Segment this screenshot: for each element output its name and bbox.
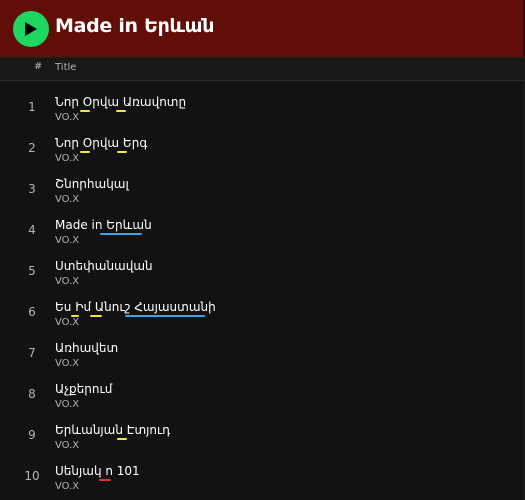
- track-artist[interactable]: VO.X: [55, 194, 79, 205]
- track-row[interactable]: 7 Առհավետ VO.X: [0, 336, 525, 377]
- track-artist[interactable]: VO.X: [55, 276, 79, 287]
- spellcheck-underline: [116, 110, 126, 112]
- track-title[interactable]: Շնորհակալ: [55, 177, 129, 191]
- track-number: 8: [28, 387, 36, 401]
- track-row[interactable]: 5 Ստեփանավան VO.X: [0, 254, 525, 295]
- spellcheck-underline: [117, 438, 127, 440]
- tracklist-header: # Title: [0, 57, 525, 81]
- track-number: 2: [28, 141, 36, 155]
- track-number: 4: [28, 223, 36, 237]
- play-icon: [25, 22, 37, 36]
- track-title[interactable]: Ես Իմ Անուշ Հայաստանի: [55, 300, 216, 314]
- track-artist[interactable]: VO.X: [55, 440, 79, 451]
- spellcheck-underline: [71, 315, 79, 317]
- track-artist[interactable]: VO.X: [55, 235, 79, 246]
- track-title[interactable]: Սենյակ n 101: [55, 464, 140, 478]
- track-row[interactable]: 1 Նոր Օրվա Առավոտը VO.X: [0, 90, 525, 131]
- track-number: 1: [28, 100, 36, 114]
- track-row[interactable]: 10 Սենյակ n 101 VO.X: [0, 459, 525, 500]
- title-column-header[interactable]: Title: [55, 62, 76, 73]
- track-title[interactable]: Made in Երևան: [55, 218, 152, 232]
- play-button[interactable]: [13, 11, 49, 47]
- spellcheck-underline: [117, 151, 127, 153]
- track-row[interactable]: 6 Ես Իմ Անուշ Հայաստանի VO.X: [0, 295, 525, 336]
- track-artist[interactable]: VO.X: [55, 481, 79, 492]
- track-title[interactable]: Ստեփանավան: [55, 259, 153, 273]
- track-number: 6: [28, 305, 36, 319]
- track-number: 10: [24, 469, 40, 483]
- track-number: 3: [28, 182, 36, 196]
- track-title[interactable]: Աչքերում: [55, 382, 112, 396]
- track-artist[interactable]: VO.X: [55, 112, 79, 123]
- track-number: 9: [28, 428, 36, 442]
- index-column-header: #: [34, 61, 43, 72]
- track-row[interactable]: 4 Made in Երևան VO.X: [0, 213, 525, 254]
- track-row[interactable]: 9 Երևանյան Էտյուդ VO.X: [0, 418, 525, 459]
- album-title: Made in Երևան: [55, 15, 215, 37]
- spellcheck-underline: [80, 110, 90, 112]
- track-artist[interactable]: VO.X: [55, 317, 79, 328]
- spellcheck-underline: [99, 479, 111, 481]
- spellcheck-underline: [80, 151, 90, 153]
- spellcheck-underline: [90, 315, 102, 317]
- track-row[interactable]: 8 Աչքերում VO.X: [0, 377, 525, 418]
- track-number: 5: [28, 264, 36, 278]
- track-title[interactable]: Նոր Օրվա Երգ: [55, 136, 147, 150]
- track-artist[interactable]: VO.X: [55, 153, 79, 164]
- track-artist[interactable]: VO.X: [55, 358, 79, 369]
- track-title[interactable]: Նոր Օրվա Առավոտը: [55, 95, 186, 109]
- track-row[interactable]: 3 Շնորհակալ VO.X: [0, 172, 525, 213]
- spellcheck-underline: [100, 233, 142, 235]
- album-header: Made in Երևան: [0, 0, 525, 57]
- spellcheck-underline: [125, 315, 205, 317]
- track-row[interactable]: 2 Նոր Օրվա Երգ VO.X: [0, 131, 525, 172]
- track-list: 1 Նոր Օրվա Առավոտը VO.X 2 Նոր Օրվա Երգ V…: [0, 90, 525, 500]
- track-number: 7: [28, 346, 36, 360]
- track-artist[interactable]: VO.X: [55, 399, 79, 410]
- track-title[interactable]: Առհավետ: [55, 341, 118, 355]
- track-title[interactable]: Երևանյան Էտյուդ: [55, 423, 170, 437]
